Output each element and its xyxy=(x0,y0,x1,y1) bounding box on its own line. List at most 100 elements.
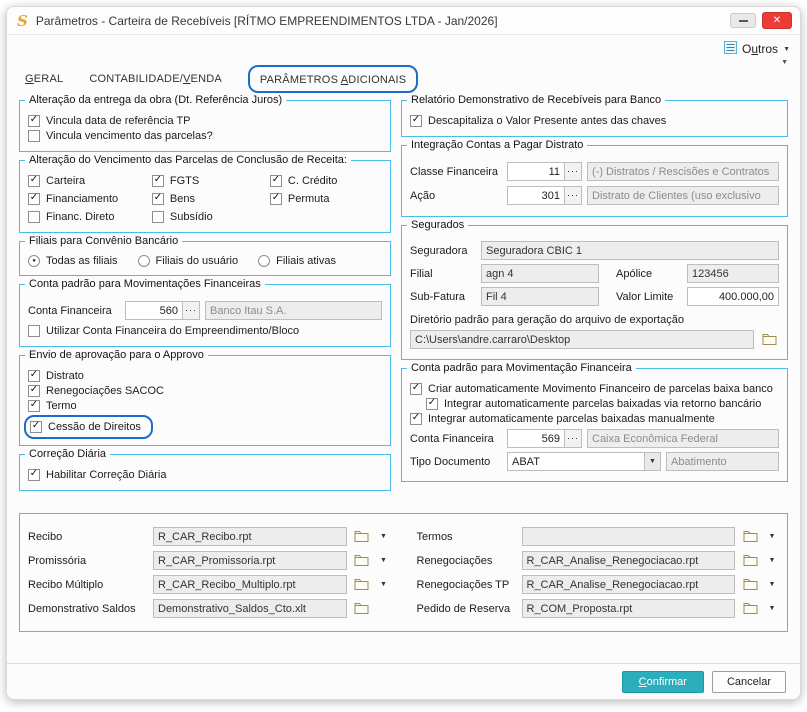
browse-folder-button[interactable] xyxy=(740,576,760,594)
checkbox-label: Permuta xyxy=(287,193,330,205)
subfatura-valorlimite-row: Sub-Fatura Valor Limite xyxy=(410,287,779,306)
checkbox-icon: ✓ xyxy=(28,385,40,397)
checkbox-subsidio[interactable]: Subsídio xyxy=(151,211,270,223)
checkbox-icon: ✓ xyxy=(151,175,164,187)
recibo-report-input[interactable] xyxy=(153,527,347,546)
report-options-button[interactable]: ▼ xyxy=(765,581,779,588)
minimize-button[interactable] xyxy=(730,13,756,28)
conta-financeira-input[interactable] xyxy=(125,301,183,320)
checkbox-permuta[interactable]: ✓ Permuta xyxy=(269,193,382,205)
checkbox-descapitaliza-valor-presente[interactable]: ✓ Descapitaliza o Valor Presente antes da… xyxy=(410,115,779,127)
checkbox-icon: ✓ xyxy=(151,193,164,205)
browse-folder-button[interactable] xyxy=(740,528,760,546)
tab-parametros-adicionais[interactable]: PARÂMETROS ADICIONAIS xyxy=(260,74,406,86)
report-options-button[interactable]: ▼ xyxy=(377,557,391,564)
checkbox-icon: ✓ xyxy=(410,383,422,395)
checkbox-distrato[interactable]: ✓ Distrato xyxy=(28,370,382,382)
browse-folder-button[interactable] xyxy=(352,528,372,546)
lookup-button[interactable]: ··· xyxy=(183,301,200,320)
browse-folder-button[interactable] xyxy=(740,552,760,570)
diretorio-exportacao-input[interactable] xyxy=(410,330,754,349)
checkbox-fgts[interactable]: ✓ FGTS xyxy=(151,175,270,187)
lookup-button[interactable]: ··· xyxy=(565,186,582,205)
checkbox-c-credito[interactable]: ✓ C. Crédito xyxy=(269,175,382,187)
checkbox-vincula-vencimento-parcelas[interactable]: Vincula vencimento das parcelas? xyxy=(28,130,382,142)
check-mark: ✓ xyxy=(29,468,39,479)
lookup-button[interactable]: ··· xyxy=(565,162,582,181)
browse-folder-button[interactable] xyxy=(740,600,760,618)
footer-bar: Confirmar Cancelar xyxy=(7,663,800,699)
promissoria-report-input[interactable] xyxy=(153,551,347,570)
checkbox-integrar-baixadas-manualmente[interactable]: ✓ Integrar automaticamente parcelas baixa… xyxy=(410,413,779,425)
checkbox-vincula-data-referencia-tp[interactable]: ✓ Vincula data de referência TP xyxy=(28,115,382,127)
titlebar[interactable]: S Parâmetros - Carteira de Recebíveis [R… xyxy=(7,7,800,35)
close-button[interactable]: ✕ xyxy=(762,12,792,29)
field-label: Apólice xyxy=(616,267,653,280)
checkbox-cessao-de-direitos[interactable]: ✓ Cessão de Direitos xyxy=(30,421,141,433)
conta-financeira-input[interactable] xyxy=(507,429,565,448)
report-options-button[interactable]: ▼ xyxy=(377,581,391,588)
lookup-button[interactable]: ··· xyxy=(565,429,582,448)
tab-geral[interactable]: GERAL xyxy=(25,73,63,85)
checkbox-financiamento[interactable]: ✓ Financiamento xyxy=(28,193,152,205)
conta-financeira-row: Conta Financeira ··· xyxy=(28,301,382,320)
termos-report-input[interactable] xyxy=(521,527,735,546)
checkbox-termo[interactable]: ✓ Termo xyxy=(28,400,382,412)
checkbox-label: Renegociações SACOC xyxy=(46,385,165,397)
report-options-button[interactable]: ▼ xyxy=(765,605,779,612)
checkbox-label: Integrar automaticamente parcelas baixad… xyxy=(444,398,762,410)
conta-financeira-descricao xyxy=(205,301,382,320)
apolice-input[interactable] xyxy=(687,264,779,283)
group-title: Alteração do Vencimento das Parcelas de … xyxy=(25,154,351,166)
checkbox-renegociacoes-sacoc[interactable]: ✓ Renegociações SACOC xyxy=(28,385,382,397)
renegociacoes-report-input[interactable] xyxy=(521,551,735,570)
radio-filiais-ativas[interactable]: Filiais ativas xyxy=(258,255,336,267)
valor-limite-input[interactable] xyxy=(687,287,779,306)
annotation-highlight-tab: PARÂMETROS ADICIONAIS xyxy=(247,65,419,93)
tab-contabilidade-venda[interactable]: CONTABILIDADE/VENDA xyxy=(89,73,222,85)
recibo-multiplo-report-input[interactable] xyxy=(153,575,347,594)
checkbox-carteira[interactable]: ✓ Carteira xyxy=(28,175,152,187)
acao-input[interactable] xyxy=(507,186,565,205)
browse-folder-button[interactable] xyxy=(352,552,372,570)
report-label: Renegociações TP xyxy=(416,578,510,591)
toolbar-expand-button[interactable]: ▼ xyxy=(779,59,790,66)
checkbox-bens[interactable]: ✓ Bens xyxy=(151,193,270,205)
outros-button[interactable]: Outros ▼ xyxy=(724,41,790,57)
checkbox-utilizar-conta-empreendimento[interactable]: Utilizar Conta Financeira do Empreendime… xyxy=(28,325,382,337)
filial-input[interactable] xyxy=(481,264,599,283)
report-options-button[interactable]: ▼ xyxy=(765,533,779,540)
demonstrativo-saldos-input[interactable] xyxy=(153,599,347,618)
confirm-button[interactable]: Confirmar xyxy=(621,670,704,693)
pedido-reserva-report-input[interactable] xyxy=(521,599,735,618)
cancel-button[interactable]: Cancelar xyxy=(711,670,786,693)
renegociacoes-tp-report-input[interactable] xyxy=(521,575,735,594)
radio-group: ● Todas as filiais Filiais do usuário Fil… xyxy=(28,255,382,267)
checkbox-criar-movimento-financeiro[interactable]: ✓ Criar automaticamente Movimento Finance… xyxy=(410,383,779,395)
checkbox-label: Subsídio xyxy=(169,211,213,223)
report-label: Renegociações xyxy=(416,554,493,567)
classe-financeira-input[interactable] xyxy=(507,162,565,181)
tipo-documento-input[interactable] xyxy=(507,452,645,471)
seguradora-input[interactable] xyxy=(481,241,779,260)
check-mark: ✓ xyxy=(411,412,421,423)
window-title: Parâmetros - Carteira de Recebíveis [RÍT… xyxy=(35,13,498,28)
chevron-down-icon[interactable]: ▼ xyxy=(645,452,661,471)
sub-fatura-input[interactable] xyxy=(481,287,599,306)
radio-filiais-do-usuario[interactable]: Filiais do usuário xyxy=(137,255,239,267)
browse-folder-button[interactable] xyxy=(352,600,372,618)
radio-label: Filiais do usuário xyxy=(155,255,239,267)
report-options-button[interactable]: ▼ xyxy=(765,557,779,564)
browse-folder-button[interactable] xyxy=(759,331,779,349)
checkbox-label: Financ. Direto xyxy=(46,211,115,223)
radio-label: Todas as filiais xyxy=(46,255,118,267)
checkbox-financ-direto[interactable]: Financ. Direto xyxy=(28,211,152,223)
group-alteracao-vencimento-parcelas: Alteração do Vencimento das Parcelas de … xyxy=(19,154,391,233)
checkbox-habilitar-correcao-diaria[interactable]: ✓ Habilitar Correção Diária xyxy=(28,469,382,481)
browse-folder-button[interactable] xyxy=(352,576,372,594)
tipo-documento-select[interactable]: ▼ xyxy=(507,452,661,471)
report-options-button[interactable]: ▼ xyxy=(377,533,391,540)
checkbox-integrar-retorno-bancario[interactable]: ✓ Integrar automaticamente parcelas baixa… xyxy=(426,398,779,410)
radio-todas-as-filiais[interactable]: ● Todas as filiais xyxy=(28,255,118,267)
check-mark: ✓ xyxy=(31,420,41,431)
